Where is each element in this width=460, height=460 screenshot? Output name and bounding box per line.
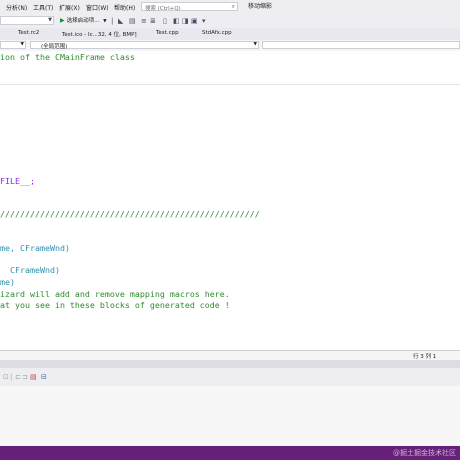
next-icon[interactable]: ⊐ [22,373,28,381]
align-icon[interactable]: ≡ [141,17,147,25]
chevron-down-icon: ▼ [20,42,24,47]
step-icon[interactable]: ◣ [118,17,123,25]
tab-test-rc2[interactable]: Test.rc2 [18,30,39,36]
code-token: me, [0,243,20,253]
menu-bar: 分析(N) 工具(T) 扩展(X) 窗口(W) 帮助(H) 搜索 (Ctrl+Q… [0,0,460,14]
code-line: izard will add and remove mapping macros… [0,289,230,299]
output-pane[interactable] [0,386,460,446]
indent-icon[interactable]: ≣ [150,17,156,25]
menu-help[interactable]: 帮助(H) [114,3,135,12]
tab-test-cpp[interactable]: Test.cpp [156,30,179,36]
line-column-indicator: 行 3 列 1 [413,354,437,360]
clear-all-icon[interactable]: ▤ [30,373,37,381]
search-input[interactable]: 搜索 (Ctrl+Q) ⌕ [141,2,238,12]
toolbar: ▼ ▶ 选择启动项... ▼ | ◣ ▤ ≡ ≣ ▯ ◧ ◨ ▣ ▾ [0,14,460,29]
search-icon: ⌕ [231,3,235,10]
bookmark-prev-icon[interactable]: ◧ [173,17,180,25]
code-line: me) [0,277,15,287]
menu-window[interactable]: 窗口(W) [86,3,109,12]
output-toolbar: ⊡ | ⊏ ⊐ ▤ ⊟ [0,368,460,387]
start-debug-button[interactable]: ▶ 选择启动项... ▼ [60,16,107,25]
code-line: ////////////////////////////////////////… [0,209,260,219]
divider-icon: | [111,17,114,25]
prev-icon[interactable]: ⊏ [15,373,21,381]
divider [0,84,460,85]
play-icon: ▶ [60,17,65,24]
config-dropdown[interactable]: ▼ [0,16,54,25]
bookmark-icon[interactable]: ▯ [163,17,167,25]
chevron-down-icon: ▼ [48,17,52,23]
project-dropdown[interactable]: ▼ [0,41,26,49]
bookmark-next-icon[interactable]: ◨ [182,17,189,25]
code-line: ion of the CMainFrame class [0,52,135,62]
chevron-down-icon: ▼ [103,19,107,24]
run-label: 选择启动项... [66,18,100,24]
scope-dropdown[interactable]: (全局范围) ▼ [30,41,259,50]
word-wrap-icon[interactable]: ⊟ [41,373,47,381]
bookmark-clear-icon[interactable]: ▣ [191,17,198,25]
status-bar: @掘土掘金技术社区 [0,446,460,460]
scope-label: (全局范围) [41,44,68,50]
code-line: CFrameWnd) [0,265,60,275]
chevron-down-icon: ▼ [253,42,257,47]
menu-analyze[interactable]: 分析(N) [6,3,27,12]
code-line: me, CFrameWnd) [0,243,70,253]
overflow-icon[interactable]: ▾ [202,17,206,25]
code-editor[interactable]: ion of the CMainFrame class FILE__; ////… [0,51,460,350]
find-icon[interactable]: ⊡ [3,373,9,381]
menu-extensions[interactable]: 扩展(X) [59,3,80,12]
live-share-badge[interactable]: 移动缩影 [246,2,274,12]
code-token: CFrameWnd) [19,243,70,253]
menu-tools[interactable]: 工具(T) [33,3,53,12]
search-placeholder: 搜索 (Ctrl+Q) [145,6,181,12]
code-line: at you see in these blocks of generated … [0,300,230,310]
panel-splitter[interactable] [0,360,460,368]
member-dropdown[interactable] [262,41,460,49]
watermark: @掘土掘金技术社区 [393,449,456,457]
code-line: FILE__; [0,176,35,186]
tab-test-ico[interactable]: Test.ico - Ic...32, 4 位, BMP] [62,30,137,38]
tab-stdafx-cpp[interactable]: StdAfx.cpp [202,30,232,36]
divider-icon: | [10,373,13,381]
breakpoint-icon[interactable]: ▤ [129,17,136,25]
